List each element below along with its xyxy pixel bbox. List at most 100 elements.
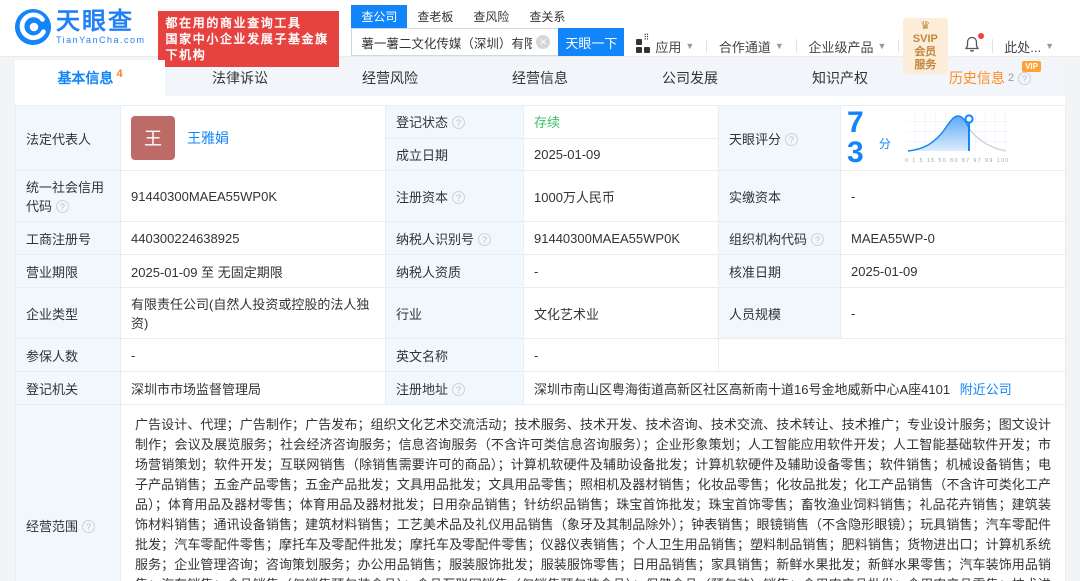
reg-capital-label: 注册资本? — [385, 170, 524, 222]
help-icon[interactable]: ? — [452, 116, 466, 130]
bell-icon — [964, 36, 979, 52]
search-area: 查公司 查老板 查风险 查关系 ✕ 天眼一下 — [351, 5, 625, 56]
search-tabs: 查公司 查老板 查风险 查关系 — [351, 5, 624, 28]
user-menu[interactable]: 此处... ▼ — [992, 37, 1066, 56]
search-tab-boss[interactable]: 查老板 — [407, 5, 463, 28]
score-label: 天眼评分? — [718, 105, 841, 171]
nav-apps[interactable]: 应用▼ — [624, 33, 706, 56]
approve-date-label: 核准日期 — [718, 254, 841, 288]
establish-date-label: 成立日期 — [385, 137, 524, 171]
chevron-down-icon: ▼ — [774, 41, 784, 51]
tab-basic-count: 4 — [116, 68, 123, 80]
table-row: 登记机关 深圳市市场监督管理局 注册地址? 深圳市南山区粤海街道高新区社区高新南… — [15, 371, 1066, 405]
table-row: 企业类型 有限责任公司(自然人投资或控股的法人独资) 行业 文化艺术业 人员规模… — [15, 287, 1066, 339]
taxpayer-quality-label: 纳税人资质 — [385, 254, 524, 288]
address-cell: 深圳市南山区粤海街道高新区社区高新南十道16号金地威新中心A座4101 附近公司 — [523, 371, 1066, 405]
approve-date-value: 2025-01-09 — [840, 254, 1066, 288]
table-row: 营业期限 2025-01-09 至 无固定期限 纳税人资质 - 核准日期 202… — [15, 254, 1066, 288]
english-name-value: - — [523, 338, 719, 372]
help-icon[interactable]: ? — [56, 200, 70, 213]
divider — [898, 39, 899, 53]
top-header: 天眼查 TianYanCha.com 都在用的商业查询工具 国家中小企业发展子基… — [0, 0, 1080, 74]
search-button[interactable]: 天眼一下 — [558, 28, 625, 56]
org-code-value: MAEA55WP-0 — [840, 221, 1066, 255]
taxpayer-id-label: 纳税人识别号? — [385, 221, 524, 255]
reg-authority-value: 深圳市市场监督管理局 — [120, 371, 386, 405]
basic-info-table: 法定代表人 王 王雅娟 登记状态? 存续 天眼评分? 73 分 0 1 5 15… — [15, 105, 1066, 581]
table-row: 法定代表人 王 王雅娟 登记状态? 存续 天眼评分? 73 分 0 1 5 15… — [15, 105, 1066, 171]
tab-history-count: 2 — [1007, 72, 1015, 84]
slogan-badge: 都在用的商业查询工具 国家中小企业发展子基金旗下机构 — [157, 11, 340, 67]
slogan-line1: 都在用的商业查询工具 — [165, 16, 302, 30]
credit-code-label: 统一社会信用代码? — [15, 170, 121, 222]
help-icon[interactable]: ? — [452, 382, 466, 396]
english-name-label: 英文名称 — [385, 338, 524, 372]
legal-rep-label: 法定代表人 — [15, 105, 121, 171]
tab-operation-risk[interactable]: 经营风险 — [315, 60, 465, 96]
score-value: 73 — [847, 106, 864, 169]
tab-operation-info[interactable]: 经营信息 — [465, 60, 615, 96]
search-tab-risk[interactable]: 查风险 — [463, 5, 519, 28]
score-unit: 分 — [878, 136, 891, 151]
chevron-down-icon: ▼ — [685, 41, 695, 51]
company-detail-card: 基本信息 4 法律诉讼 经营风险 经营信息 公司发展 知识产权 VIP 历史信息… — [15, 60, 1066, 581]
taxpayer-quality-value: - — [523, 254, 719, 288]
credit-code-value: 91440300MAEA55WP0K — [120, 170, 386, 222]
reg-capital-value: 1000万人民币 — [523, 170, 719, 222]
company-type-value: 有限责任公司(自然人投资或控股的法人独资) — [120, 287, 386, 339]
company-type-label: 企业类型 — [15, 287, 121, 339]
org-code-label: 组织机构代码? — [718, 221, 841, 255]
chevron-down-icon: ▼ — [877, 41, 887, 51]
score-axis-labels: 0 1 5 15 50 80 87 97 99 100 — [904, 156, 1010, 163]
tab-legal[interactable]: 法律诉讼 — [165, 60, 315, 96]
brand-domain: TianYanCha.com — [56, 35, 146, 45]
vip-badge: VIP — [1022, 61, 1041, 72]
reg-status-label: 登记状态? — [385, 105, 524, 139]
search-tab-company[interactable]: 查公司 — [351, 5, 408, 28]
slogan-line2: 国家中小企业发展子基金旗下机构 — [165, 32, 329, 62]
brand-name: 天眼查 — [56, 8, 134, 35]
table-row: 经营范围? 广告设计、代理；广告制作；广告发布；组织文化艺术交流活动；技术服务、… — [15, 404, 1066, 581]
help-icon[interactable]: ? — [1018, 71, 1032, 85]
tab-basic-info[interactable]: 基本信息 4 — [15, 60, 165, 96]
staff-size-label: 人员规模 — [718, 287, 841, 339]
svip-line1: ♛ SVIP — [912, 20, 938, 45]
legal-rep-link[interactable]: 王雅娟 — [187, 128, 229, 148]
business-scope-value: 广告设计、代理；广告制作；广告发布；组织文化艺术交流活动；技术服务、技术开发、技… — [120, 404, 1066, 581]
search-tab-relation[interactable]: 查关系 — [519, 5, 575, 28]
tab-intellectual-property[interactable]: 知识产权 — [765, 60, 915, 96]
notification-bell[interactable] — [952, 33, 992, 56]
insured-label: 参保人数 — [15, 338, 121, 372]
score-cell[interactable]: 73 分 0 1 5 15 50 80 87 97 99 100 — [840, 105, 1066, 171]
table-row: 参保人数 - 英文名称 - — [15, 338, 1066, 372]
chevron-down-icon: ▼ — [1045, 41, 1055, 51]
industry-value: 文化艺术业 — [523, 287, 719, 339]
help-icon[interactable]: ? — [785, 132, 799, 146]
notification-dot — [977, 33, 984, 39]
taxpayer-id-value: 91440300MAEA55WP0K — [523, 221, 719, 255]
help-icon[interactable]: ? — [478, 232, 492, 246]
empty-cell — [718, 338, 1066, 372]
tianyancha-logo[interactable]: 天眼查 TianYanCha.com — [14, 8, 146, 46]
reg-status-value: 存续 — [523, 105, 719, 139]
help-icon[interactable]: ? — [452, 190, 466, 204]
nav-enterprise-products[interactable]: 企业级产品 ▼ — [796, 37, 898, 56]
section-tabbar: 基本信息 4 法律诉讼 经营风险 经营信息 公司发展 知识产权 VIP 历史信息… — [15, 60, 1065, 96]
help-icon[interactable]: ? — [811, 232, 825, 246]
nearby-companies-link[interactable]: 附近公司 — [960, 382, 1012, 397]
nav-partner-channel[interactable]: 合作通道 ▼ — [707, 37, 796, 56]
search-input[interactable] — [351, 28, 559, 56]
industry-label: 行业 — [385, 287, 524, 339]
table-row: 工商注册号 440300224638925 纳税人识别号? 91440300MA… — [15, 221, 1066, 255]
score-distribution-chart: 0 1 5 15 50 80 87 97 99 100 — [905, 111, 1059, 166]
help-icon[interactable]: ? — [82, 519, 96, 533]
paid-capital-label: 实缴资本 — [718, 170, 841, 222]
business-scope-label: 经营范围? — [15, 404, 121, 581]
table-row: 统一社会信用代码? 91440300MAEA55WP0K 注册资本? 1000万… — [15, 170, 1066, 222]
tab-history-info[interactable]: VIP 历史信息 2 ? — [915, 60, 1065, 96]
apps-grid-icon — [636, 33, 651, 53]
establish-date-value: 2025-01-09 — [523, 137, 719, 171]
reg-number-label: 工商注册号 — [15, 221, 121, 255]
reg-number-value: 440300224638925 — [120, 221, 386, 255]
tab-company-development[interactable]: 公司发展 — [615, 60, 765, 96]
